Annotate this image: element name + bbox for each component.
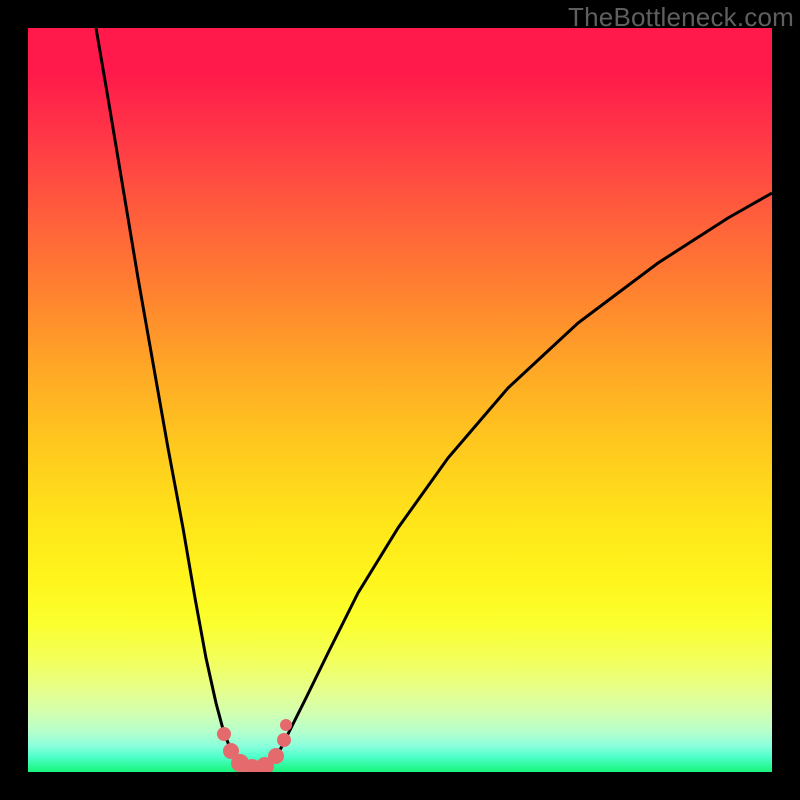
- valley-dot: [280, 719, 292, 731]
- curve-right-branch: [274, 193, 772, 760]
- valley-dot: [268, 748, 284, 764]
- plot-area: [28, 28, 772, 772]
- image-root: TheBottleneck.com: [0, 0, 800, 800]
- bottleneck-curve: [28, 28, 772, 772]
- valley-dot: [277, 733, 291, 747]
- curve-left-branch: [96, 28, 237, 760]
- valley-dot: [217, 727, 231, 741]
- valley-markers: [217, 719, 292, 772]
